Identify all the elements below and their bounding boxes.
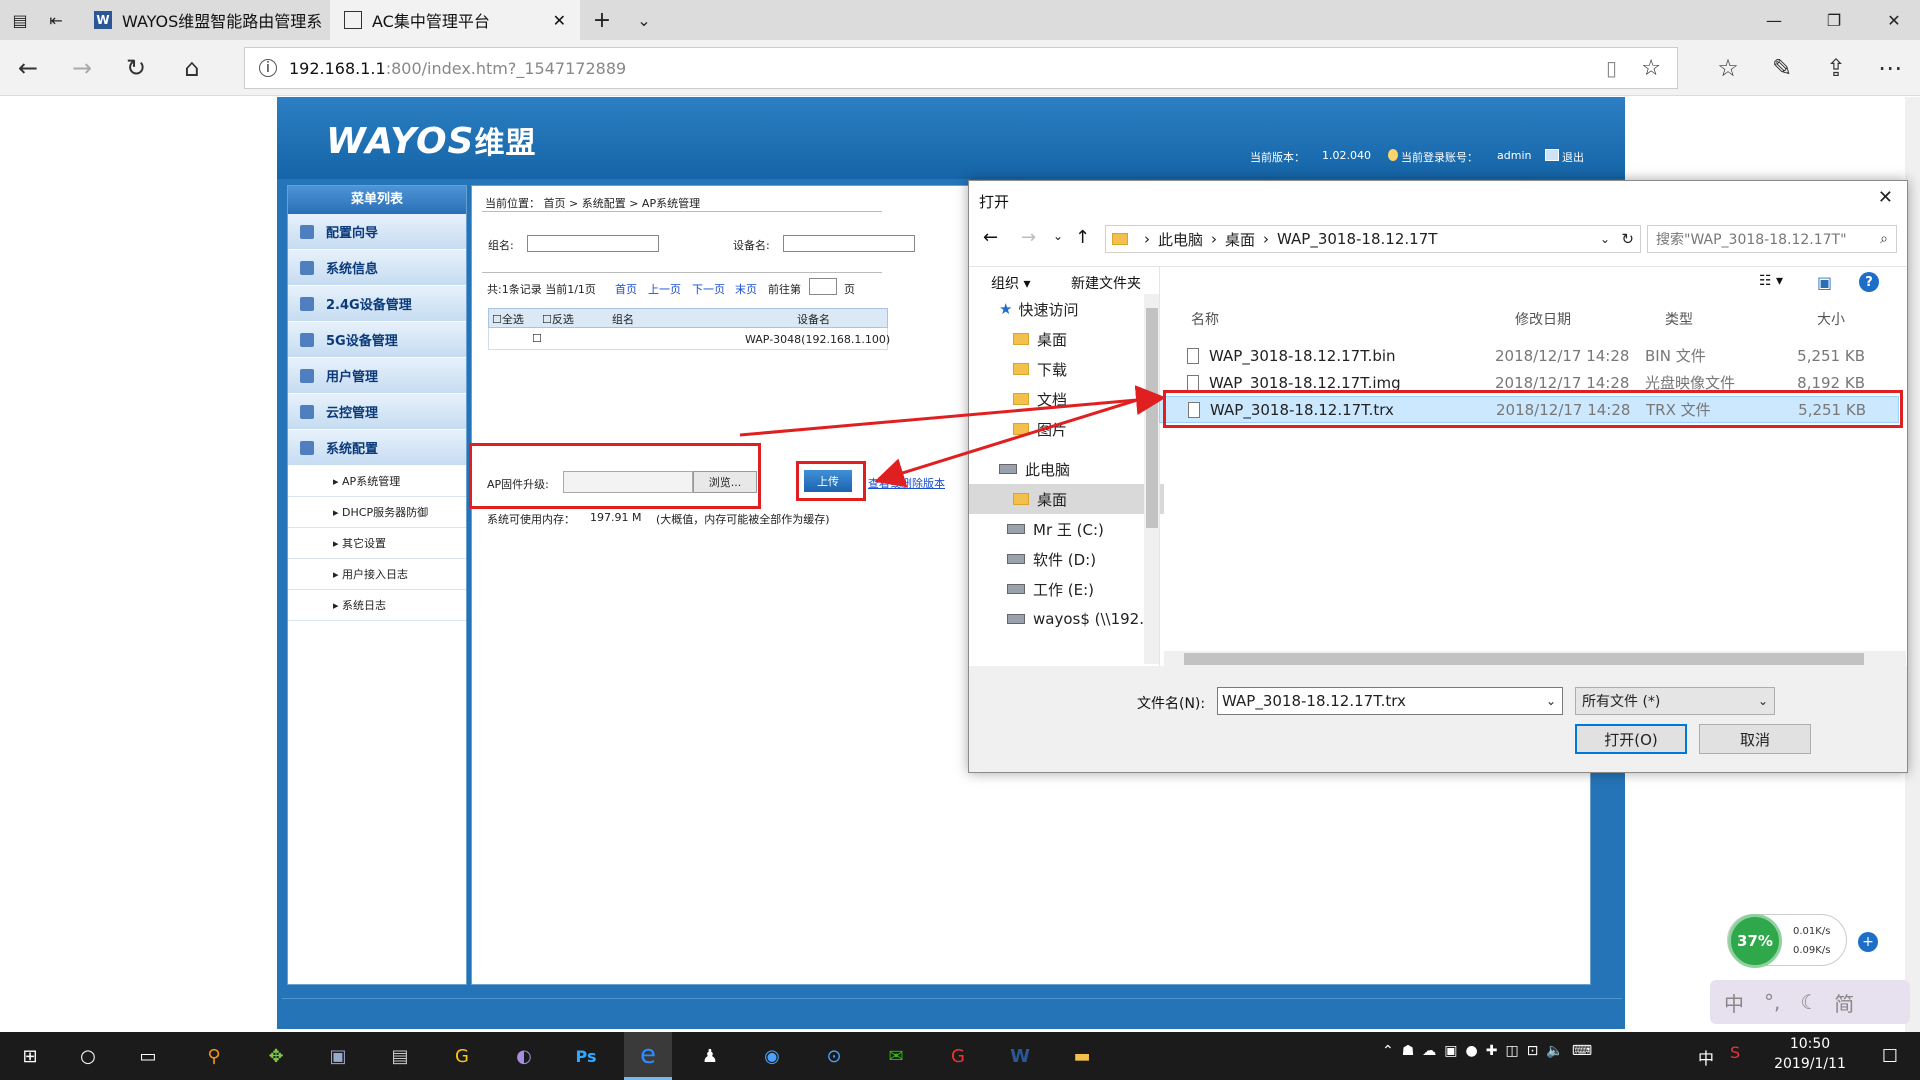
app-search-icon[interactable]: ⚲ bbox=[190, 1032, 238, 1080]
notification-icon[interactable]: ☐ bbox=[1866, 1032, 1914, 1080]
download-speed: 0.09K/s bbox=[1793, 945, 1831, 956]
wechat-icon[interactable]: ✉ bbox=[872, 1032, 920, 1080]
app-browser-icon[interactable]: ◉ bbox=[748, 1032, 796, 1080]
qq-icon[interactable]: ♟ bbox=[686, 1032, 734, 1080]
ime-bar[interactable]: 中 °, ☾ 简 bbox=[1710, 980, 1910, 1024]
app-computer-icon[interactable]: ▣ bbox=[314, 1032, 362, 1080]
app-tool-icon[interactable]: ✥ bbox=[252, 1032, 300, 1080]
app-search2-icon[interactable]: ⊙ bbox=[810, 1032, 858, 1080]
edge-icon[interactable]: e bbox=[624, 1032, 672, 1080]
tray-app-icon[interactable]: S bbox=[1730, 1043, 1740, 1062]
photoshop-icon[interactable]: Ps bbox=[562, 1032, 610, 1080]
app-calculator-icon[interactable]: ▤ bbox=[376, 1032, 424, 1080]
file-explorer-icon[interactable]: ▬ bbox=[1058, 1032, 1106, 1080]
upload-speed: 0.01K/s bbox=[1793, 926, 1831, 937]
search-icon[interactable]: ○ bbox=[64, 1032, 112, 1080]
memory-percent[interactable]: 37% bbox=[1728, 914, 1782, 968]
arrow-to-file bbox=[739, 385, 1166, 437]
tray-ime[interactable]: 中 bbox=[1698, 1045, 1714, 1069]
clock-time[interactable]: 10:50 bbox=[1770, 1036, 1850, 1052]
app-eclipse-icon[interactable]: ◐ bbox=[500, 1032, 548, 1080]
word-icon[interactable]: W bbox=[996, 1032, 1044, 1080]
app-g-icon[interactable]: G bbox=[438, 1032, 486, 1080]
annotation-arrows bbox=[739, 385, 1166, 488]
app-red-icon[interactable]: G bbox=[934, 1032, 982, 1080]
clock-date[interactable]: 2019/1/11 bbox=[1770, 1056, 1850, 1072]
tray-icons[interactable]: ⌃☗☁▣●✚◫⊡🔈⌨ bbox=[1382, 1043, 1600, 1059]
arrow-to-upload bbox=[874, 394, 1151, 488]
add-icon[interactable]: + bbox=[1858, 932, 1878, 952]
task-view-icon[interactable]: ▭ bbox=[124, 1032, 172, 1080]
start-icon[interactable]: ⊞ bbox=[6, 1032, 54, 1080]
